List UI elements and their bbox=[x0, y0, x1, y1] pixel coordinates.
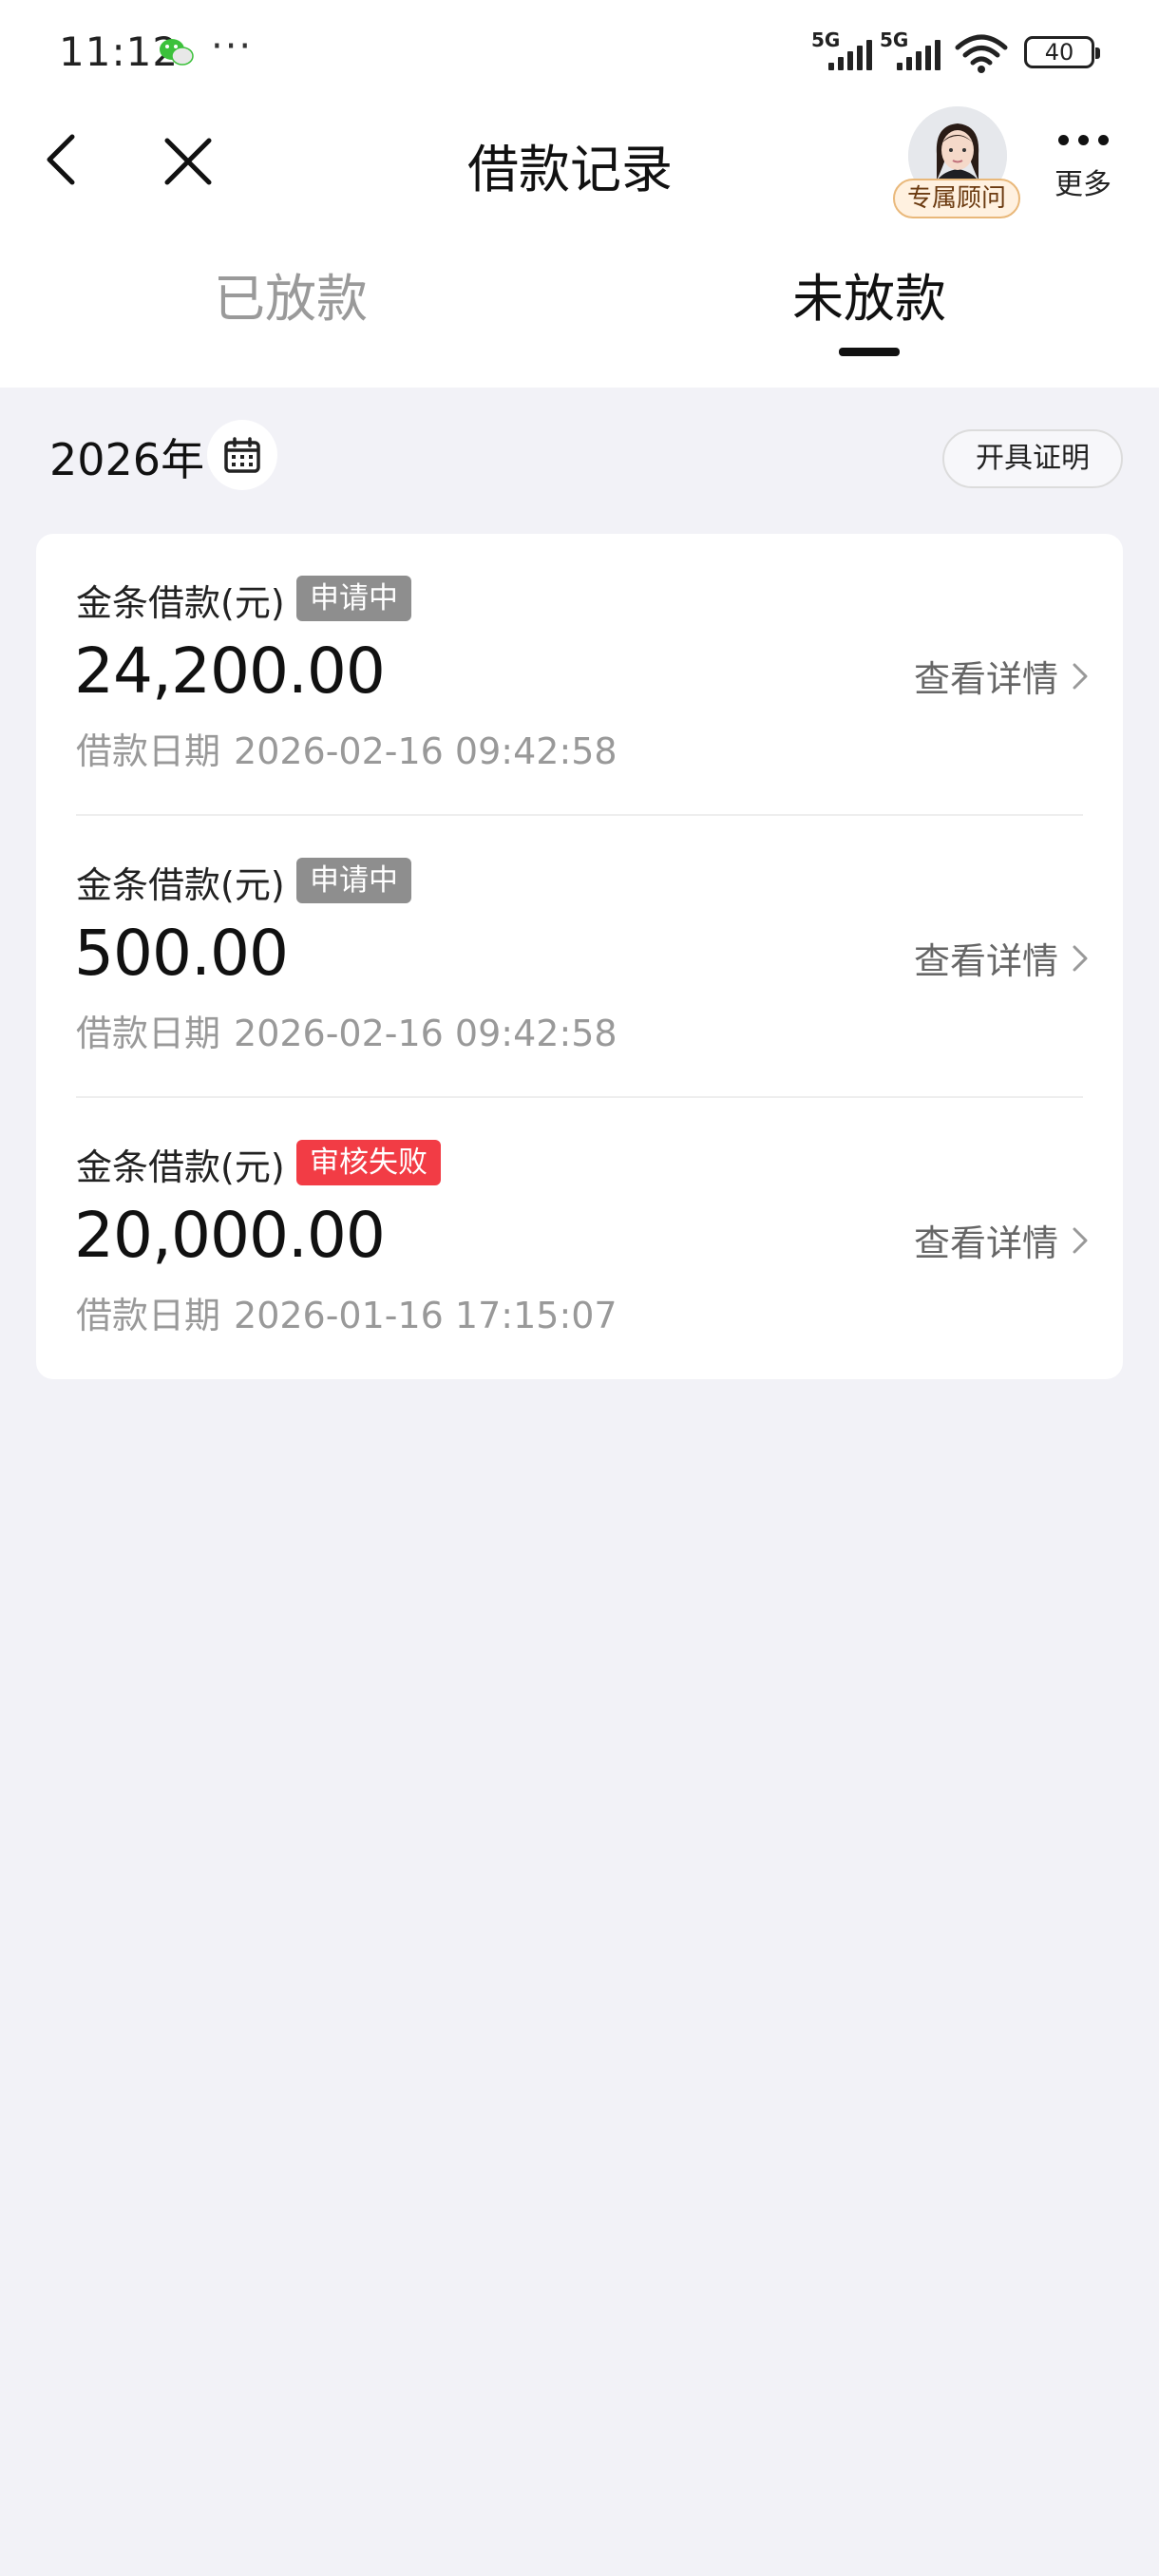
advisor-button[interactable]: 专属顾问 bbox=[891, 106, 1022, 224]
view-details-link[interactable]: 查看详情 bbox=[914, 1214, 1089, 1266]
view-details-link[interactable]: 查看详情 bbox=[914, 932, 1089, 984]
signal-icon-2: 5G bbox=[880, 28, 942, 74]
loan-amount: 20,000.00 bbox=[74, 1199, 386, 1272]
nav-bar: 借款记录 专属顾问 更多 bbox=[0, 104, 1159, 228]
view-details-label: 查看详情 bbox=[913, 1222, 1058, 1264]
battery-level: 40 bbox=[1044, 39, 1074, 66]
loan-amount: 24,200.00 bbox=[74, 635, 386, 708]
loan-date-row: 借款日期 2026-01-16 17:15:07 bbox=[76, 1286, 618, 1338]
loan-date-row: 借款日期 2026-02-16 09:42:58 bbox=[76, 722, 618, 774]
more-dots-icon bbox=[1045, 135, 1121, 145]
tab-bar: 已放款 未放款 bbox=[0, 256, 1159, 361]
loan-amount: 500.00 bbox=[74, 917, 289, 990]
wechat-icon bbox=[160, 39, 194, 66]
tab-disbursed[interactable]: 已放款 bbox=[148, 256, 433, 331]
year-label[interactable]: 2026年 bbox=[49, 426, 204, 488]
loan-item[interactable]: 金条借款(元) 申请中 500.00 借款日期 2026-02-16 09:42:… bbox=[36, 816, 1123, 1097]
tab-not-disbursed[interactable]: 未放款 bbox=[727, 256, 1012, 331]
status-more-indicator: ··· bbox=[211, 25, 254, 68]
advisor-label: 专属顾问 bbox=[893, 179, 1020, 218]
loan-date-row: 借款日期 2026-02-16 09:42:58 bbox=[76, 1004, 618, 1056]
issue-certificate-button[interactable]: 开具证明 bbox=[942, 429, 1123, 488]
chevron-right-icon bbox=[1073, 1227, 1088, 1253]
chevron-right-icon bbox=[1073, 945, 1088, 971]
loan-date-label: 借款日期 bbox=[76, 730, 221, 772]
status-badge: 申请中 bbox=[296, 576, 411, 621]
active-tab-indicator bbox=[839, 348, 900, 356]
battery-icon: 40 bbox=[1024, 36, 1100, 68]
wifi-icon bbox=[955, 34, 1008, 73]
loan-product: 金条借款(元) bbox=[76, 1146, 285, 1188]
filter-row: 2026年 开具证明 bbox=[0, 416, 1159, 496]
calendar-button[interactable] bbox=[207, 420, 277, 490]
chevron-right-icon bbox=[1073, 663, 1088, 689]
loan-product: 金条借款(元) bbox=[76, 864, 285, 906]
loan-item[interactable]: 金条借款(元) 申请中 24,200.00 借款日期 2026-02-16 09:… bbox=[36, 534, 1123, 815]
view-details-link[interactable]: 查看详情 bbox=[914, 650, 1089, 702]
loan-product: 金条借款(元) bbox=[76, 582, 285, 624]
more-label: 更多 bbox=[1054, 168, 1112, 201]
status-badge: 申请中 bbox=[296, 858, 411, 903]
calendar-icon bbox=[224, 437, 260, 473]
loan-list: 金条借款(元) 申请中 24,200.00 借款日期 2026-02-16 09:… bbox=[36, 534, 1123, 1379]
status-badge: 审核失败 bbox=[296, 1140, 441, 1185]
loan-date: 2026-02-16 09:42:58 bbox=[234, 730, 618, 772]
loan-date: 2026-02-16 09:42:58 bbox=[234, 1013, 618, 1054]
loan-date: 2026-01-16 17:15:07 bbox=[234, 1295, 618, 1336]
signal-icon: 5G bbox=[811, 28, 874, 74]
view-details-label: 查看详情 bbox=[913, 658, 1058, 700]
status-icons: 5G 5G 40 bbox=[811, 28, 1100, 74]
status-bar: 11:12 ··· 5G 5G 40 bbox=[0, 0, 1159, 104]
loan-item[interactable]: 金条借款(元) 审核失败 20,000.00 借款日期 2026-01-16 17… bbox=[36, 1098, 1123, 1379]
loan-date-label: 借款日期 bbox=[76, 1013, 221, 1054]
view-details-label: 查看详情 bbox=[913, 940, 1058, 982]
more-button[interactable]: 更多 bbox=[1045, 127, 1121, 213]
loan-date-label: 借款日期 bbox=[76, 1295, 221, 1336]
header-area: 11:12 ··· 5G 5G 40 借款记录 专属顾问 更多 已放款 未放款 bbox=[0, 0, 1159, 388]
